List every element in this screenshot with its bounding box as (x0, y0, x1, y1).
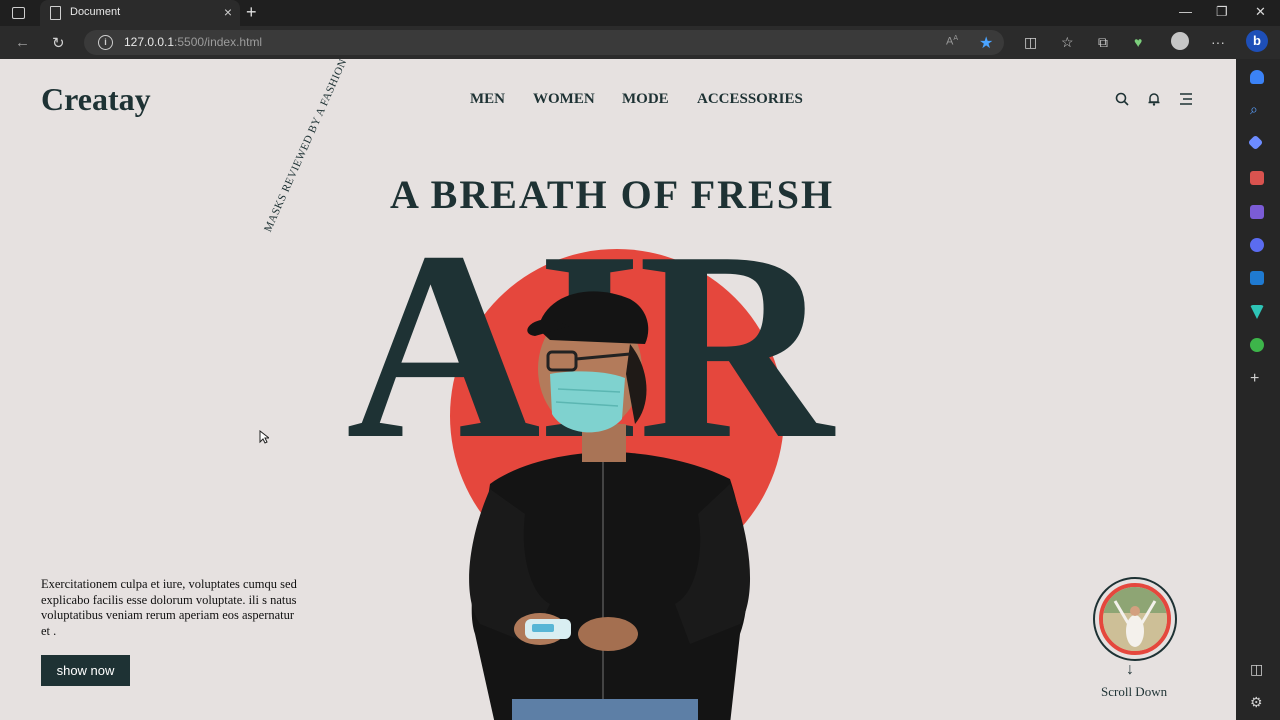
close-window-icon[interactable]: ✕ (1255, 4, 1266, 20)
hero-description: Exercitationem culpa et iure, voluptates… (41, 577, 297, 638)
nav-mode[interactable]: MODE (622, 91, 669, 108)
favorite-star-icon[interactable]: ★ (979, 33, 993, 53)
favorites-icon[interactable]: ☆ (1061, 34, 1074, 51)
nav-women[interactable]: WOMEN (533, 91, 595, 108)
nav-accessories[interactable]: ACCESSORIES (697, 91, 803, 108)
more-menu-icon[interactable]: ··· (1211, 34, 1225, 50)
url-text: 127.0.0.1:5500/index.html (124, 35, 263, 49)
scroll-down-thumbnail[interactable] (1093, 577, 1177, 661)
document-icon (50, 6, 61, 20)
tools-icon[interactable] (1250, 171, 1264, 185)
menu-icon[interactable] (1179, 92, 1193, 106)
browser-sidebar: ⌕ + ◫ ⚙ (1236, 59, 1280, 720)
mouse-cursor-icon (259, 430, 269, 444)
add-sidebar-app-icon[interactable]: + (1250, 370, 1259, 388)
browser-tab[interactable]: Document × (40, 0, 240, 26)
browser-tab-bar: Document × + — ❐ ✕ (0, 0, 1280, 26)
tab-title: Document (70, 6, 121, 18)
bell-icon[interactable] (1147, 92, 1161, 106)
show-now-button[interactable]: show now (41, 655, 130, 686)
minimize-icon[interactable]: — (1179, 4, 1192, 19)
close-tab-icon[interactable]: × (224, 4, 232, 20)
copilot-icon[interactable]: b (1246, 30, 1268, 52)
hero-model-image (469, 291, 751, 720)
new-tab-icon[interactable]: + (246, 2, 257, 23)
address-bar[interactable]: i 127.0.0.1:5500/index.html AA ★ (84, 30, 1004, 55)
tab-actions-icon[interactable] (12, 7, 25, 19)
profile-avatar[interactable] (1171, 32, 1189, 50)
back-icon[interactable]: ← (15, 34, 30, 51)
read-aloud-icon[interactable]: AA (946, 35, 958, 48)
nav-men[interactable]: MEN (470, 91, 505, 108)
tree-icon[interactable] (1250, 338, 1264, 352)
outlook-icon[interactable] (1250, 271, 1264, 285)
web-page: Creatay MEN WOMEN MODE ACCESSORIES A BRE… (0, 59, 1236, 720)
notifications-icon[interactable] (1250, 70, 1264, 84)
search-icon[interactable]: ⌕ (1250, 101, 1258, 118)
restore-icon[interactable]: ❐ (1216, 4, 1228, 20)
split-screen-icon[interactable]: ◫ (1024, 34, 1037, 51)
browser-essentials-icon[interactable]: ♥ (1134, 34, 1142, 50)
browser-toolbar: ← ↻ i 127.0.0.1:5500/index.html AA ★ ◫ ☆… (0, 26, 1280, 59)
hide-sidebar-icon[interactable]: ◫ (1250, 661, 1263, 678)
info-icon[interactable]: i (98, 35, 113, 50)
search-icon[interactable] (1115, 92, 1129, 106)
games-icon[interactable] (1250, 205, 1264, 219)
drop-icon[interactable] (1250, 305, 1264, 319)
thumbnail-image (1099, 583, 1171, 655)
woman-arms-up-icon (1103, 587, 1167, 651)
scroll-down-label[interactable]: Scroll Down (1101, 684, 1167, 700)
collections-icon[interactable]: ⧉ (1098, 34, 1108, 51)
refresh-icon[interactable]: ↻ (52, 34, 65, 52)
settings-gear-icon[interactable]: ⚙ (1250, 694, 1263, 711)
shopping-icon[interactable] (1247, 134, 1264, 151)
microsoft-365-icon[interactable] (1250, 238, 1264, 252)
arrow-down-icon[interactable]: ↓ (1126, 661, 1134, 679)
site-logo[interactable]: Creatay (41, 81, 151, 118)
